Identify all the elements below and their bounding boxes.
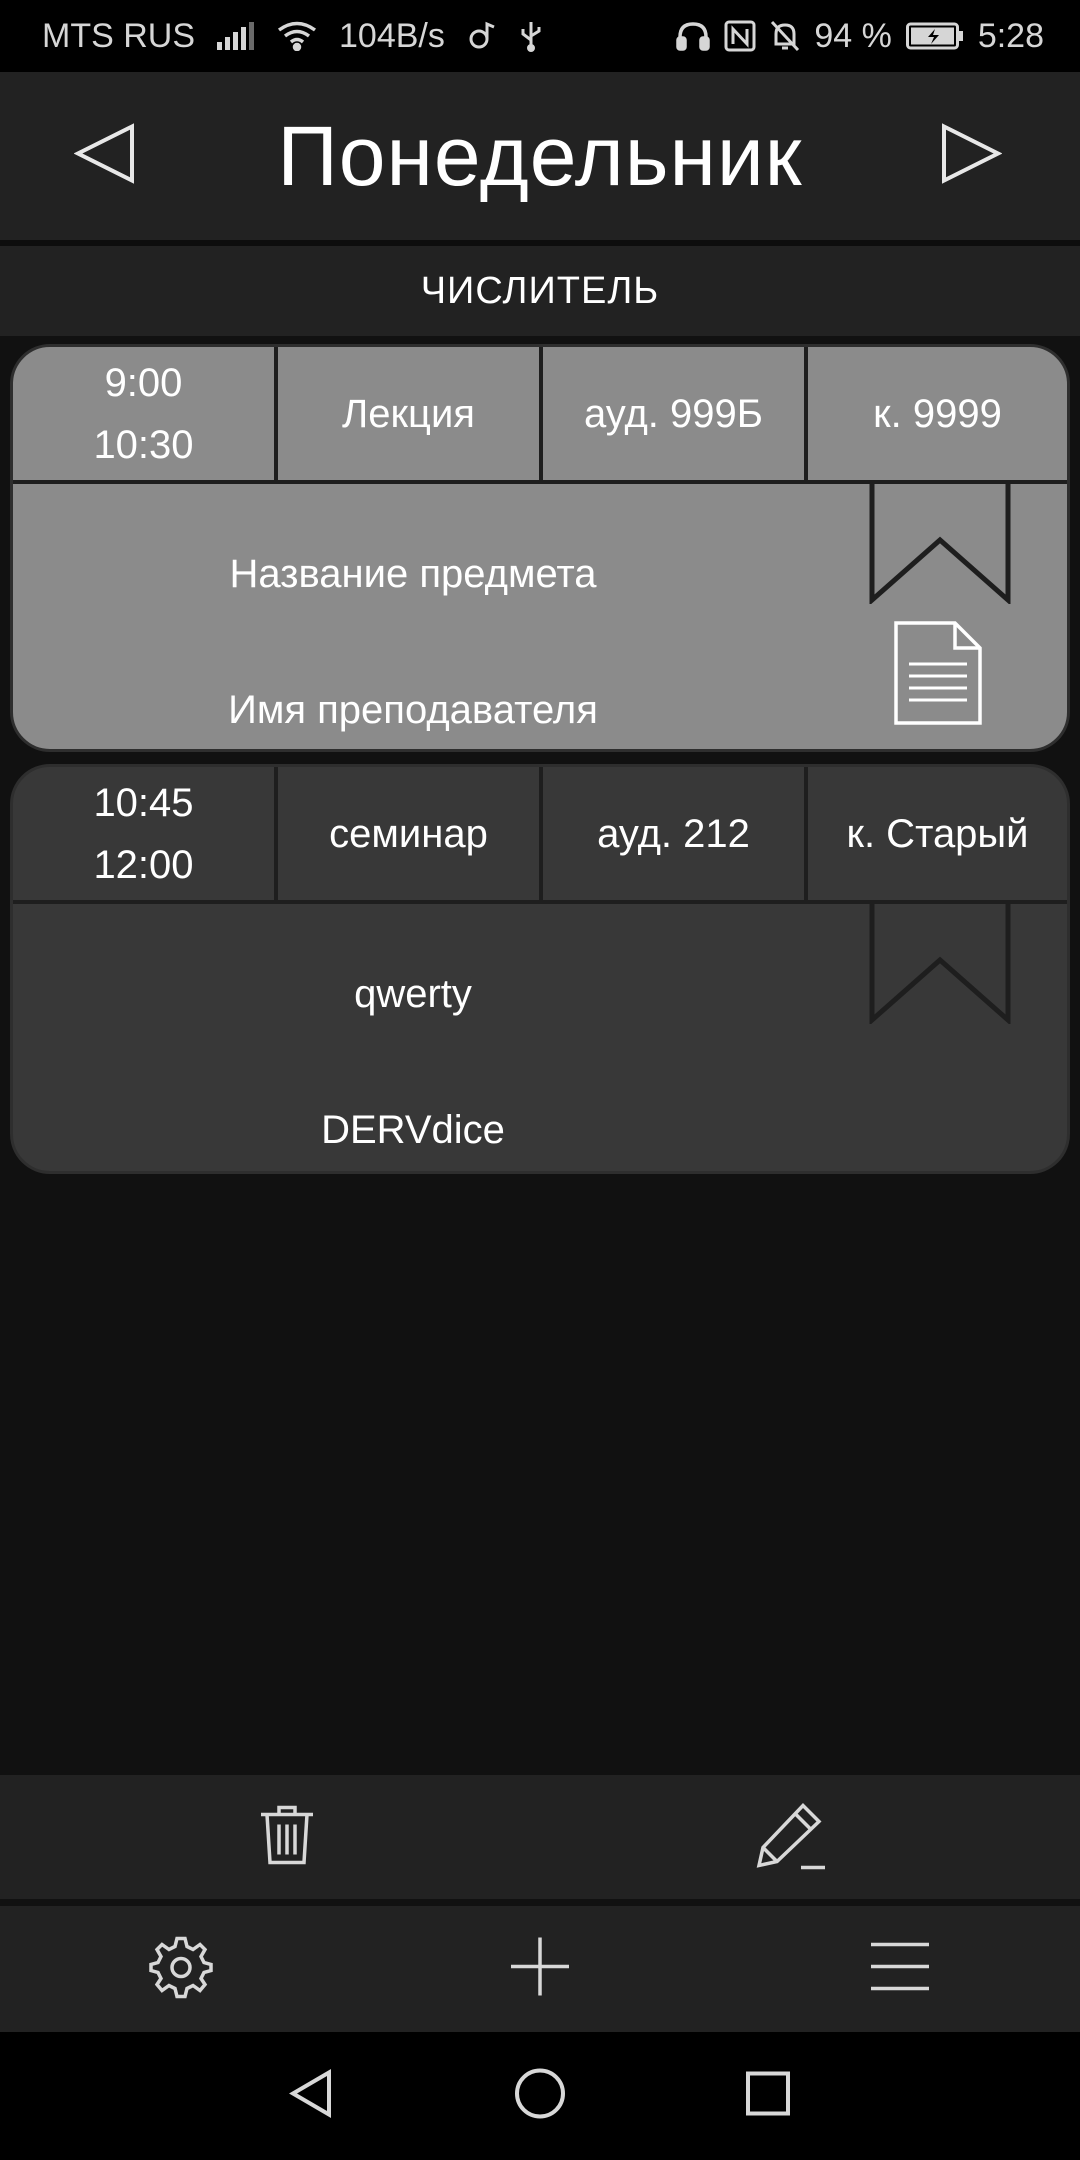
wifi-icon	[277, 21, 317, 51]
trash-icon[interactable]	[257, 1803, 317, 1872]
action-bar	[0, 1775, 1080, 1899]
lesson-building: к. 9999	[804, 347, 1067, 480]
page-title: Понедельник	[277, 108, 803, 203]
headphones-icon	[676, 21, 711, 51]
menu-icon[interactable]	[869, 1941, 931, 1998]
bookmark-icon[interactable]	[869, 902, 1011, 1029]
lesson-time: 9:00 10:30	[13, 347, 274, 480]
lesson-end-time: 10:30	[93, 422, 194, 467]
plus-icon[interactable]	[509, 1936, 571, 2003]
usb-icon	[519, 20, 543, 52]
lesson-start-time: 10:45	[93, 780, 194, 825]
recents-icon[interactable]	[745, 2071, 791, 2122]
lesson-end-time: 12:00	[93, 842, 194, 887]
triangle-right-icon[interactable]	[940, 123, 1003, 190]
pencil-icon[interactable]	[753, 1798, 827, 1877]
lesson-body: Название предмета Имя преподавателя	[13, 482, 1067, 746]
day-header: Понедельник	[0, 72, 1080, 240]
lesson-building: к. Старый	[804, 767, 1067, 900]
lesson-body: qwerty DERVdice	[13, 902, 1067, 1166]
signal-icon	[217, 22, 255, 50]
lesson-start-time: 9:00	[104, 360, 183, 405]
bottom-toolbar	[0, 1906, 1080, 2032]
battery-icon	[905, 21, 964, 51]
gear-icon[interactable]	[149, 1935, 213, 2004]
bookmark-icon[interactable]	[869, 482, 1011, 609]
status-bar: MTS RUS 104B/s 94 % 5:28	[0, 0, 1080, 72]
lesson-card[interactable]: 10:45 12:00 семинар ауд. 212 к. Старый q…	[10, 764, 1070, 1174]
lesson-time: 10:45 12:00	[13, 767, 274, 900]
nfc-icon	[724, 20, 756, 52]
lesson-subject: Название предмета	[229, 552, 597, 596]
lesson-type: Лекция	[274, 347, 539, 480]
lesson-card[interactable]: 9:00 10:30 Лекция ауд. 999Б к. 9999 Назв…	[10, 344, 1070, 752]
lesson-info-row: 10:45 12:00 семинар ауд. 212 к. Старый	[13, 767, 1067, 904]
lesson-teacher: DERVdice	[321, 1108, 505, 1152]
mute-bell-icon	[770, 20, 800, 52]
note-document-icon[interactable]	[893, 620, 983, 731]
lesson-room: ауд. 212	[539, 767, 804, 900]
home-icon[interactable]	[514, 2068, 566, 2125]
carrier-label: MTS RUS	[42, 16, 195, 55]
lesson-teacher: Имя преподавателя	[228, 688, 598, 732]
battery-label: 94 %	[814, 16, 892, 55]
triangle-left-icon[interactable]	[73, 123, 136, 190]
lesson-info-row: 9:00 10:30 Лекция ауд. 999Б к. 9999	[13, 347, 1067, 484]
back-icon[interactable]	[289, 2069, 333, 2124]
lesson-subject: qwerty	[354, 972, 472, 1016]
lesson-room: ауд. 999Б	[539, 347, 804, 480]
music-icon	[467, 21, 497, 51]
system-navigation-bar	[0, 2032, 1080, 2160]
lesson-type: семинар	[274, 767, 539, 900]
net-speed-label: 104B/s	[339, 16, 445, 55]
week-type-label: ЧИСЛИТЕЛЬ	[0, 246, 1080, 336]
clock-label: 5:28	[977, 16, 1044, 55]
